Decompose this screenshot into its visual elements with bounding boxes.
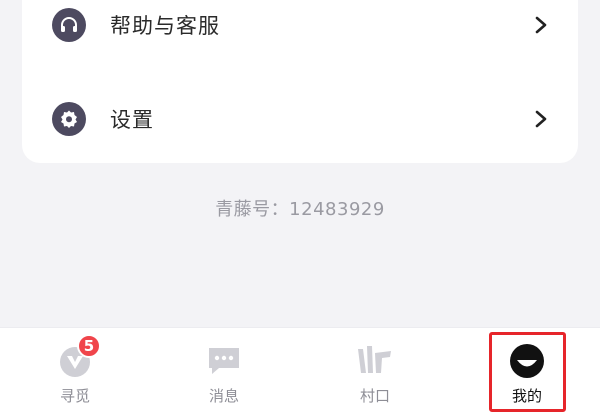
unread-badge: 5 — [77, 334, 101, 358]
chevron-right-icon — [535, 16, 547, 34]
settings-label: 设置 — [110, 108, 154, 132]
village-icon — [355, 341, 395, 381]
help-support-row[interactable]: 帮助与客服 — [22, 0, 578, 55]
settings-row[interactable]: 设置 — [22, 89, 578, 149]
chevron-right-icon — [535, 110, 547, 128]
profile-icon — [507, 341, 547, 381]
menu-card: 帮助与客服 设置 — [22, 0, 578, 163]
headphones-icon — [52, 8, 86, 42]
tab-village[interactable]: 村口 — [300, 328, 450, 420]
tab-discover[interactable]: 5 寻觅 — [0, 328, 150, 420]
user-id-text: 青藤号：12483929 — [215, 199, 385, 220]
tab-label: 我的 — [511, 387, 542, 405]
tab-messages[interactable]: 消息 — [149, 328, 299, 420]
message-icon — [204, 341, 244, 381]
help-support-label: 帮助与客服 — [110, 14, 220, 38]
discover-icon: 5 — [55, 334, 101, 381]
gear-icon — [52, 102, 86, 136]
tab-label: 寻觅 — [59, 387, 90, 405]
tab-label: 村口 — [359, 387, 390, 405]
tab-profile[interactable]: 我的 — [452, 328, 600, 420]
tab-label: 消息 — [208, 387, 239, 405]
bottom-tab-bar: 5 寻觅 消息 村口 我的 — [0, 327, 600, 420]
